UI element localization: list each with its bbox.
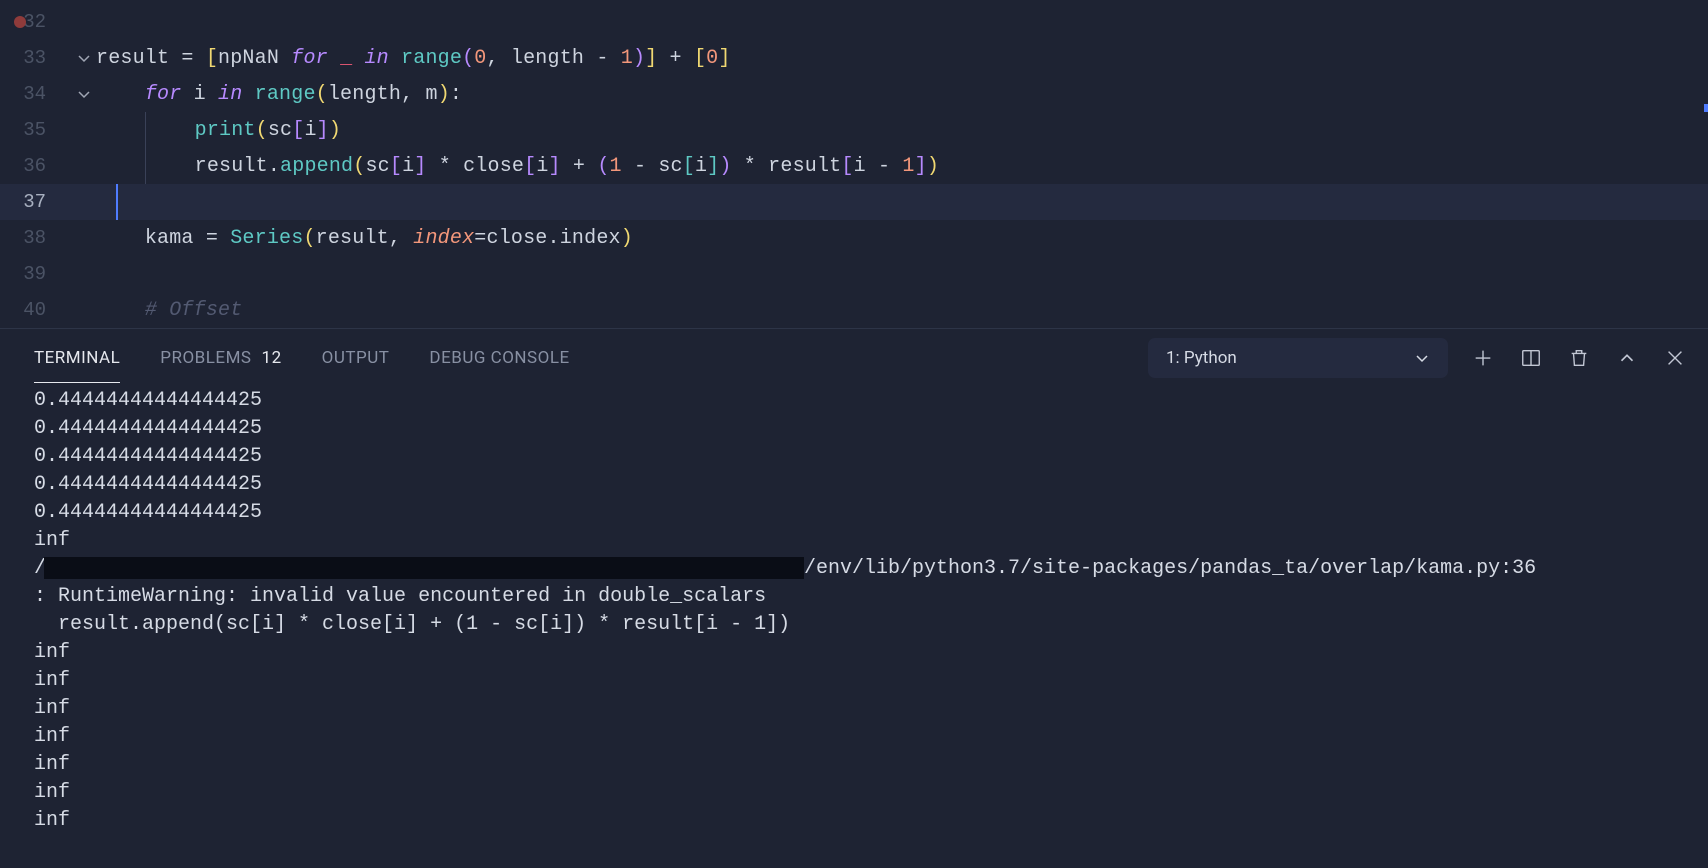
terminal-line: inf (34, 695, 1674, 723)
line-number: 38 (0, 227, 72, 249)
code-line[interactable]: 40 # Offset (0, 292, 1708, 328)
code-line[interactable]: 32 (0, 4, 1708, 40)
terminal-line: inf (34, 779, 1674, 807)
tab-label: DEBUG CONSOLE (429, 348, 569, 368)
tab-output[interactable]: OUTPUT (322, 334, 390, 382)
terminal-line: 0.44444444444444425 (34, 387, 1674, 415)
terminal-line: 0.44444444444444425 (34, 415, 1674, 443)
tab-terminal[interactable]: TERMINAL (34, 334, 120, 383)
bottom-panel: TERMINAL PROBLEMS 12 OUTPUT DEBUG CONSOL… (0, 328, 1708, 868)
line-number: 32 (0, 11, 72, 33)
close-panel-button[interactable] (1662, 345, 1688, 371)
line-number: 40 (0, 299, 72, 321)
terminal-line: inf (34, 807, 1674, 835)
close-icon (1664, 347, 1686, 369)
redacted-path (44, 557, 804, 579)
terminal-selector-label: 1: Python (1166, 348, 1237, 368)
split-terminal-button[interactable] (1518, 345, 1544, 371)
code-line[interactable]: 39 (0, 256, 1708, 292)
line-number: 34 (0, 83, 72, 105)
line-number: 37 (0, 191, 72, 213)
terminal-line: 0.44444444444444425 (34, 443, 1674, 471)
terminal-line: inf (34, 723, 1674, 751)
trash-icon (1568, 347, 1590, 369)
code-line[interactable]: 35 print(sc[i]) (0, 112, 1708, 148)
terminal-line: 0.44444444444444425 (34, 471, 1674, 499)
terminal-line: 0.44444444444444425 (34, 499, 1674, 527)
maximize-panel-button[interactable] (1614, 345, 1640, 371)
terminal-line: result.append(sc[i] * close[i] + (1 - sc… (34, 611, 1674, 639)
terminal-line: inf (34, 667, 1674, 695)
kill-terminal-button[interactable] (1566, 345, 1592, 371)
fold-toggle[interactable] (72, 50, 96, 66)
terminal-selector[interactable]: 1: Python (1148, 338, 1448, 378)
terminal-line: : RuntimeWarning: invalid value encounte… (34, 583, 1674, 611)
terminal-line: inf (34, 751, 1674, 779)
terminal-output[interactable]: 0.44444444444444425 0.44444444444444425 … (0, 387, 1708, 868)
tab-label: TERMINAL (34, 348, 120, 368)
chevron-down-icon (1414, 350, 1430, 366)
terminal-line: inf (34, 639, 1674, 667)
line-number: 39 (0, 263, 72, 285)
chevron-down-icon (76, 86, 92, 102)
code-line[interactable]: 34 for i in range(length, m): (0, 76, 1708, 112)
code-line[interactable]: 33 result = [npNaN for _ in range(0, len… (0, 40, 1708, 76)
tab-debug-console[interactable]: DEBUG CONSOLE (429, 334, 569, 382)
new-terminal-button[interactable] (1470, 345, 1496, 371)
tab-label: PROBLEMS (160, 348, 251, 368)
tab-problems[interactable]: PROBLEMS 12 (160, 334, 281, 382)
code-line-current[interactable]: 37 (0, 184, 1708, 220)
fold-toggle[interactable] (72, 86, 96, 102)
line-number: 35 (0, 119, 72, 141)
line-number: 33 (0, 47, 72, 69)
code-line[interactable]: 38 kama = Series(result, index=close.ind… (0, 220, 1708, 256)
code-line[interactable]: 36 result.append(sc[i] * close[i] + (1 -… (0, 148, 1708, 184)
code-editor[interactable]: 32 33 result = [npNaN for _ in range(0, … (0, 0, 1708, 328)
plus-icon (1472, 347, 1494, 369)
panel-tab-bar: TERMINAL PROBLEMS 12 OUTPUT DEBUG CONSOL… (0, 329, 1708, 387)
breakpoint-indicator[interactable] (14, 16, 26, 28)
terminal-line: //env/lib/python3.7/site-packages/pandas… (34, 555, 1674, 583)
split-icon (1520, 347, 1542, 369)
terminal-line: inf (34, 527, 1674, 555)
chevron-up-icon (1616, 347, 1638, 369)
problems-count-badge: 12 (262, 348, 282, 368)
chevron-down-icon (76, 50, 92, 66)
line-number: 36 (0, 155, 72, 177)
tab-label: OUTPUT (322, 348, 390, 368)
